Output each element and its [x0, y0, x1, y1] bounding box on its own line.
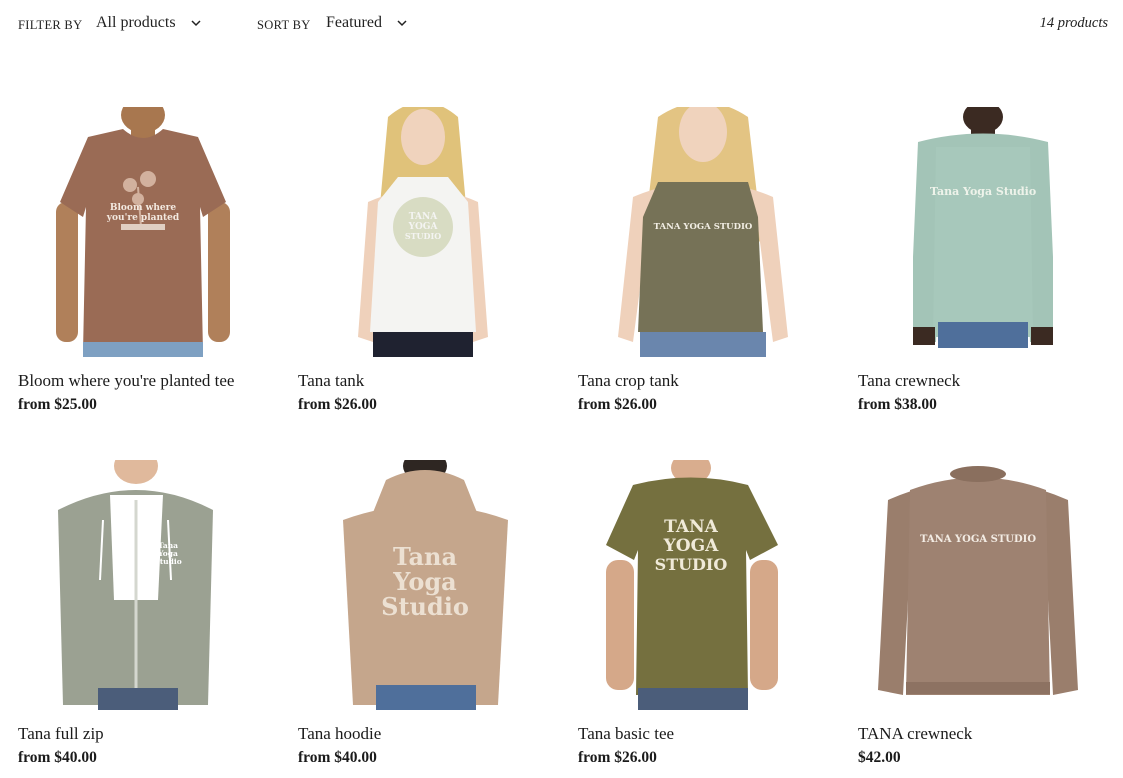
product-name[interactable]: Bloom where you're planted tee: [18, 371, 234, 391]
print-text: TANA YOGA STUDIO: [654, 222, 753, 232]
print-text: Studio: [154, 557, 181, 566]
product-image[interactable]: Bloom where you're planted: [18, 107, 268, 357]
product-price: from $40.00: [18, 749, 97, 766]
product-image[interactable]: TANA YOGA STUDIO: [298, 107, 548, 357]
sort-label: SORT BY: [257, 18, 311, 32]
sort-value: Featured: [326, 14, 382, 31]
product-card[interactable]: Tana Yoga Studio Tana full zip from $40.…: [18, 460, 268, 766]
product-name[interactable]: Tana crop tank: [578, 371, 679, 391]
product-price: from $25.00: [18, 396, 97, 413]
product-card[interactable]: Bloom where you're planted Bloom where y…: [18, 107, 268, 413]
product-price: from $26.00: [578, 749, 657, 766]
product-image[interactable]: Tana Yoga Studio: [18, 460, 268, 710]
product-image[interactable]: Tana Yoga Studio: [858, 107, 1108, 357]
sort-select[interactable]: Featured: [326, 14, 408, 32]
product-card[interactable]: TANA YOGA STUDIO Tana crop tank from $26…: [578, 107, 828, 413]
product-count: 14 products: [1039, 15, 1108, 31]
print-text: you're planted: [106, 213, 180, 223]
product-image[interactable]: TANA YOGA STUDIO: [578, 107, 828, 357]
product-card[interactable]: Tana Yoga Studio Tana hoodie from $40.00: [298, 460, 548, 766]
product-name[interactable]: Tana tank: [298, 371, 364, 391]
print-text: STUDIO: [655, 555, 728, 574]
chevron-down-icon: [397, 20, 407, 27]
chevron-down-icon: [191, 20, 201, 27]
product-image[interactable]: Tana Yoga Studio: [298, 460, 548, 710]
print-text: TANA: [664, 517, 718, 537]
product-name[interactable]: TANA crewneck: [858, 724, 972, 744]
product-card[interactable]: TANA YOGA STUDIO TANA crewneck $42.00: [858, 460, 1108, 766]
product-name[interactable]: Tana basic tee: [578, 724, 674, 744]
product-price: from $26.00: [298, 396, 377, 413]
print-text: Bloom where: [110, 203, 176, 213]
product-image[interactable]: TANA YOGA STUDIO: [578, 460, 828, 710]
product-image[interactable]: TANA YOGA STUDIO: [858, 460, 1108, 710]
filter-value: All products: [96, 14, 176, 31]
print-text: TANA YOGA STUDIO: [920, 534, 1036, 545]
product-card[interactable]: TANA YOGA STUDIO Tana basic tee from $26…: [578, 460, 828, 766]
product-name[interactable]: Tana full zip: [18, 724, 104, 744]
collection-toolbar: FILTER BY All products SORT BY Featured …: [0, 0, 1123, 50]
product-card[interactable]: TANA YOGA STUDIO Tana tank from $26.00: [298, 107, 548, 413]
print-text: TANA: [409, 212, 438, 222]
product-price: $42.00: [858, 749, 901, 766]
product-card[interactable]: Tana Yoga Studio Tana crewneck from $38.…: [858, 107, 1108, 413]
product-price: from $38.00: [858, 396, 937, 413]
product-name[interactable]: Tana hoodie: [298, 724, 381, 744]
print-text: Tana Yoga Studio: [930, 185, 1036, 198]
product-name[interactable]: Tana crewneck: [858, 371, 960, 391]
print-text: Studio: [381, 592, 469, 621]
filter-label: FILTER BY: [18, 18, 83, 32]
print-text: YOGA: [663, 536, 719, 556]
product-price: from $40.00: [298, 749, 377, 766]
print-text: STUDIO: [405, 231, 441, 241]
filter-select[interactable]: All products: [96, 14, 202, 32]
product-price: from $26.00: [578, 396, 657, 413]
